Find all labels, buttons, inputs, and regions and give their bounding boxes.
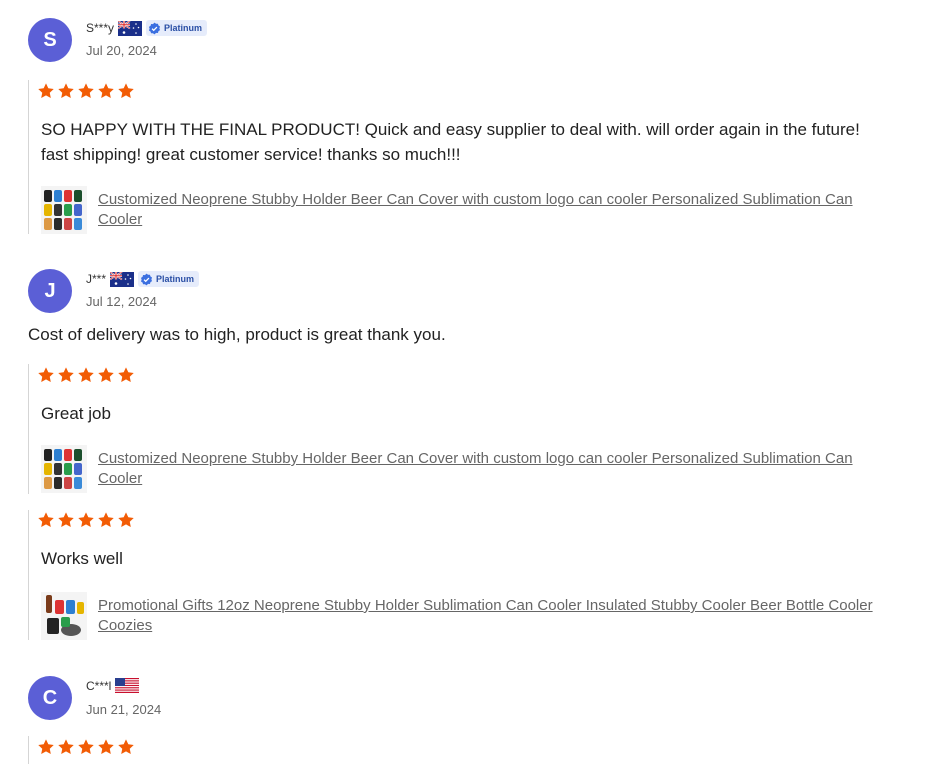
star-icon [57, 82, 75, 100]
reviewer-row: C***l [86, 678, 139, 693]
review-text: Works well [41, 549, 123, 568]
star-icon [37, 366, 55, 384]
product-link[interactable]: Promotional Gifts 12oz Neoprene Stubby H… [98, 596, 898, 636]
review-date: Jun 21, 2024 [86, 702, 162, 717]
star-icon [57, 366, 75, 384]
star-icon [117, 738, 135, 756]
star-rating [37, 511, 135, 529]
avatar-letter: C [42, 686, 58, 709]
star-rating [37, 82, 135, 100]
badge-label: Platinum [156, 274, 195, 284]
review-text: SO HAPPY WITH THE FINAL PRODUCT! Quick a… [41, 120, 860, 164]
avatar: C [28, 676, 72, 720]
star-icon [117, 366, 135, 384]
avatar: S [28, 18, 72, 62]
reviewer-name: S***y [86, 21, 115, 35]
star-icon [77, 82, 95, 100]
avatar-letter: S [43, 28, 57, 51]
star-icon [97, 82, 115, 100]
product-link[interactable]: Customized Neoprene Stubby Holder Beer C… [98, 449, 898, 489]
avatar-letter: J [44, 279, 56, 302]
avatar: J [28, 269, 72, 313]
product-thumbnail[interactable] [41, 445, 87, 493]
verified-badge-icon [148, 22, 161, 35]
star-icon [97, 511, 115, 529]
star-icon [117, 511, 135, 529]
star-icon [77, 738, 95, 756]
review-date: Jul 20, 2024 [86, 43, 157, 58]
star-icon [77, 511, 95, 529]
reviewer-row: S***y Platinum [86, 20, 208, 36]
reviewer-name: J*** [86, 272, 107, 286]
star-icon [37, 738, 55, 756]
feedback-block: Great job Customized Neoprene Stubby Hol… [28, 364, 909, 494]
review-date: Jul 12, 2024 [86, 294, 157, 309]
feedback-block: SO HAPPY WITH THE FINAL PRODUCT! Quick a… [28, 80, 909, 234]
flag-australia-icon [118, 21, 142, 36]
flag-australia-icon [110, 272, 134, 287]
flag-usa-icon [115, 678, 139, 693]
review-comment: Cost of delivery was to high, product is… [28, 325, 446, 344]
product-link[interactable]: Customized Neoprene Stubby Holder Beer C… [98, 190, 898, 230]
review-text: Great job [41, 404, 111, 423]
star-icon [97, 366, 115, 384]
verified-badge-icon [140, 273, 153, 286]
star-icon [97, 738, 115, 756]
star-icon [57, 738, 75, 756]
product-thumbnail[interactable] [41, 186, 87, 234]
feedback-block [28, 736, 909, 764]
star-rating [37, 366, 135, 384]
star-icon [77, 366, 95, 384]
star-icon [57, 511, 75, 529]
product-thumbnail[interactable] [41, 592, 87, 640]
reviewer-row: J*** Platinum [86, 271, 200, 287]
star-icon [37, 511, 55, 529]
star-rating [37, 738, 135, 756]
reviewer-name: C***l [86, 678, 112, 693]
star-icon [37, 82, 55, 100]
platinum-badge: Platinum [146, 20, 208, 36]
platinum-badge: Platinum [138, 271, 200, 287]
star-icon [117, 82, 135, 100]
badge-label: Platinum [164, 23, 203, 33]
feedback-block: Works well Promotional Gifts 12oz Neopre… [28, 510, 909, 640]
